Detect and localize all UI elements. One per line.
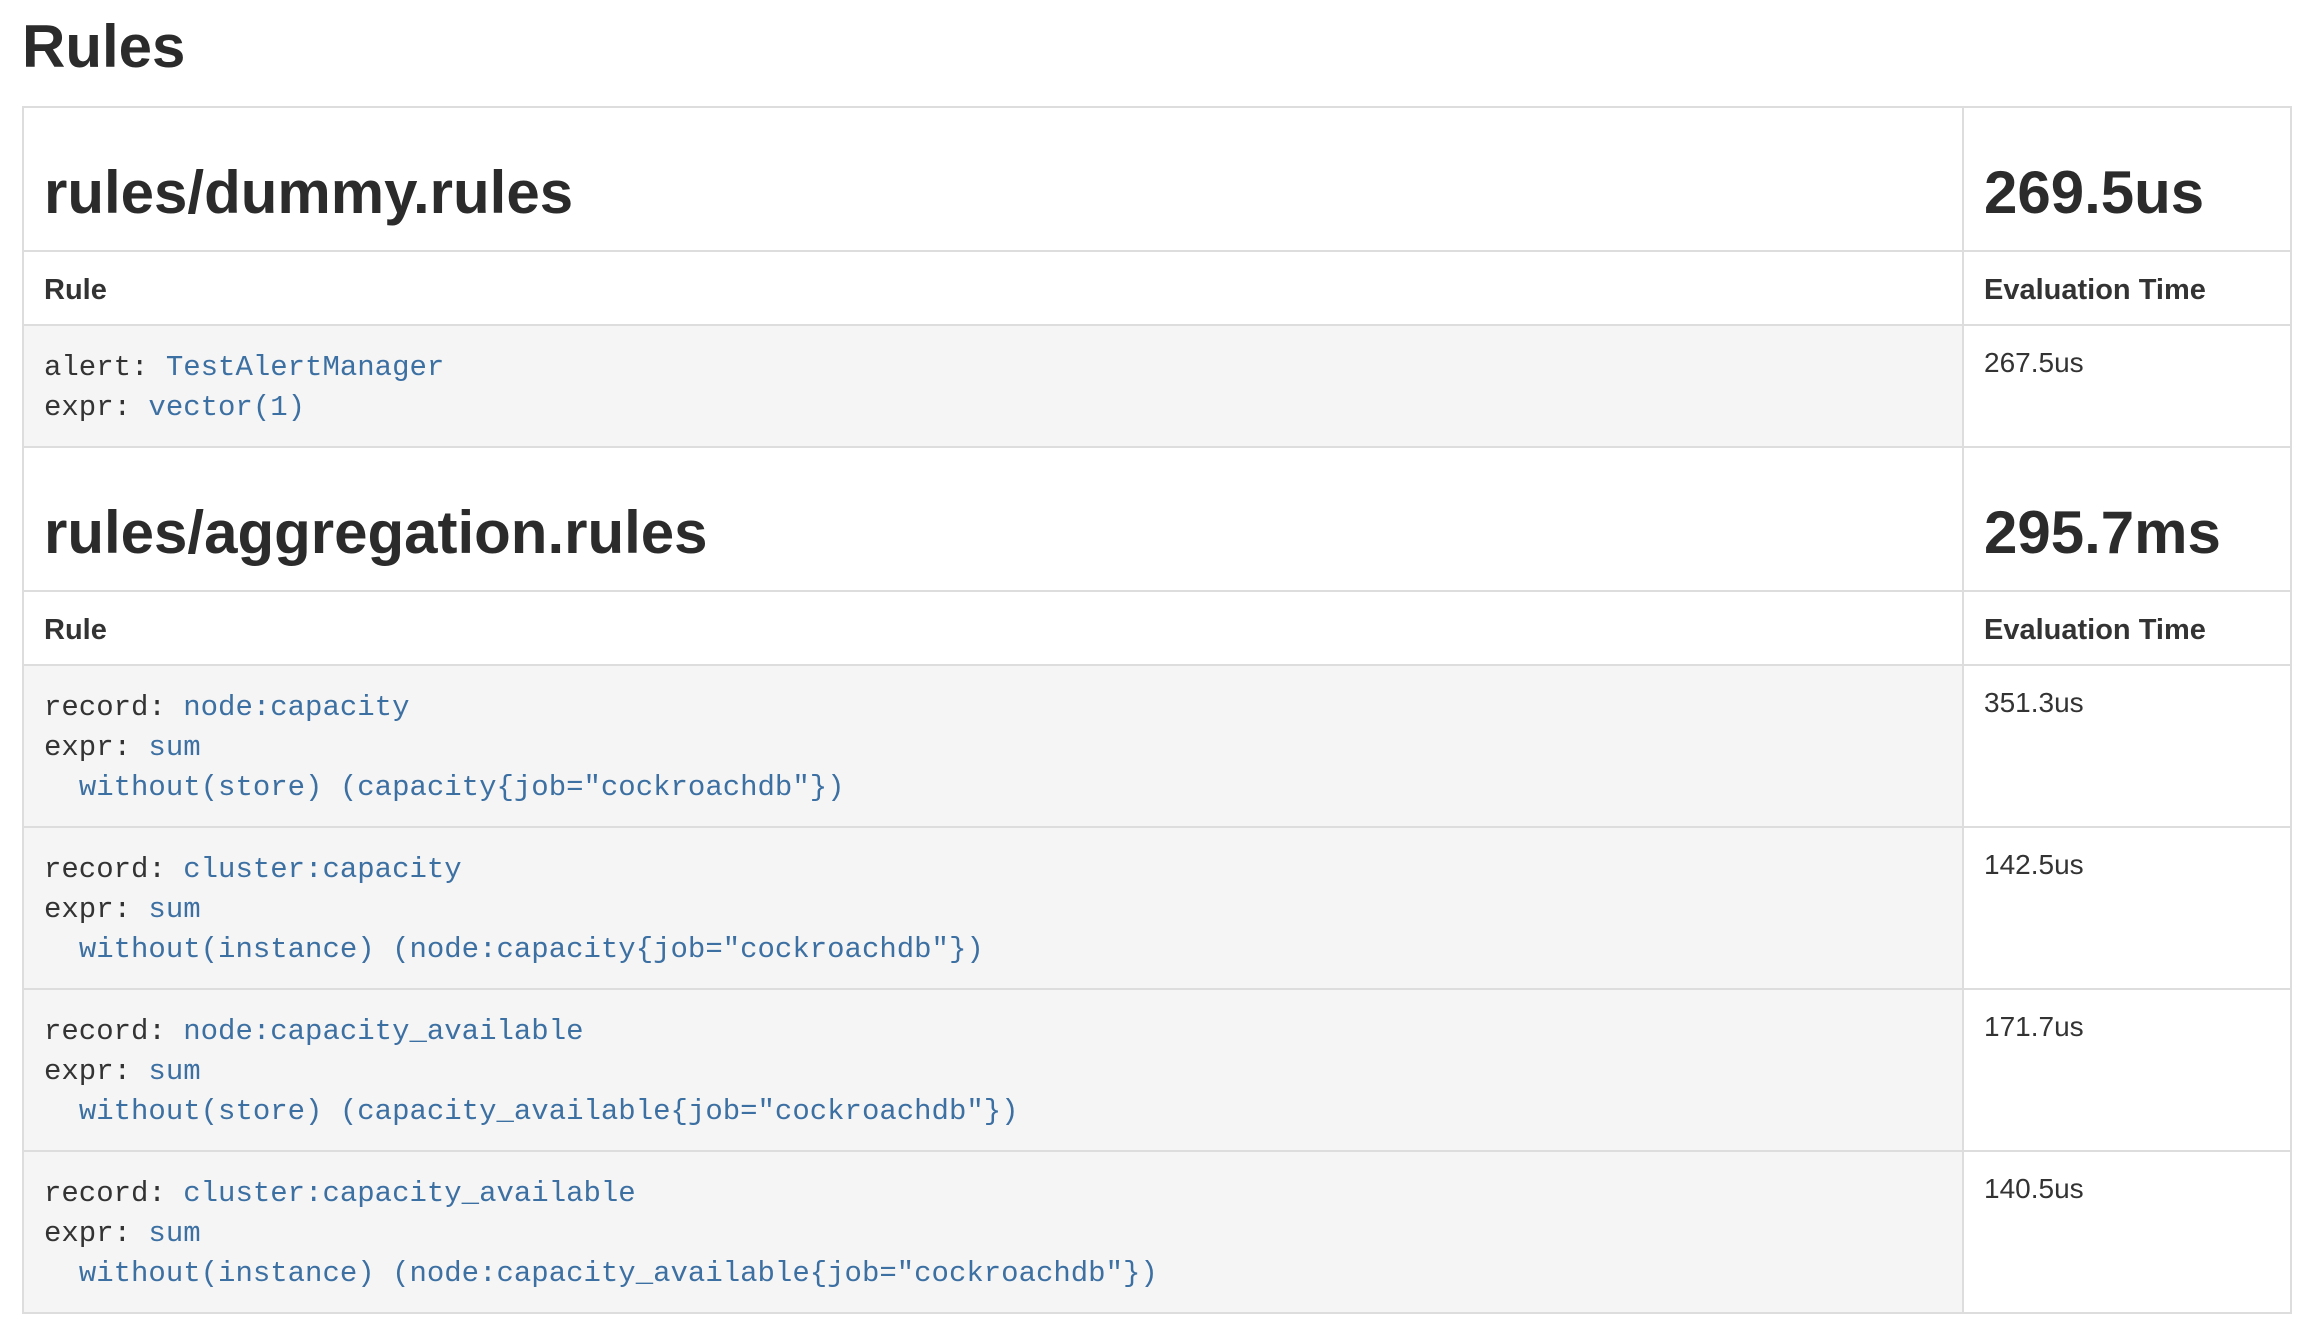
column-header-rule: Rule <box>23 251 1963 325</box>
rule-evaluation-time: 171.7us <box>1963 989 2291 1151</box>
rule-evaluation-time: 267.5us <box>1963 325 2291 447</box>
rule-row: record: cluster:capacity_available expr:… <box>23 1151 2291 1313</box>
rule-code: record: node:capacity_available expr: su… <box>44 1012 1942 1132</box>
rule-link[interactable]: sum <box>148 1217 200 1250</box>
rule-row: record: node:capacity expr: sum without(… <box>23 665 2291 827</box>
rule-code-key: expr: <box>44 391 131 424</box>
rule-code-key: record: <box>44 1015 166 1048</box>
column-header-evaluation-time: Evaluation Time <box>1963 251 2291 325</box>
rule-link[interactable]: vector(1) <box>148 391 305 424</box>
column-header-row: RuleEvaluation Time <box>23 591 2291 665</box>
rules-table: rules/dummy.rules269.5usRuleEvaluation T… <box>22 106 2292 1314</box>
rule-code-key: record: <box>44 691 166 724</box>
rule-evaluation-time: 351.3us <box>1963 665 2291 827</box>
rule-group-file-name: rules/aggregation.rules <box>44 500 1942 566</box>
column-header-evaluation-time: Evaluation Time <box>1963 591 2291 665</box>
rule-group-header-row: rules/aggregation.rules 295.7ms <box>23 447 2291 591</box>
rule-code: record: node:capacity expr: sum without(… <box>44 688 1942 808</box>
rule-code-key: record: <box>44 853 166 886</box>
column-header-rule: Rule <box>23 591 1963 665</box>
rule-evaluation-time: 142.5us <box>1963 827 2291 989</box>
rule-definition-cell: record: node:capacity_available expr: su… <box>23 989 1963 1151</box>
page-title: Rules <box>22 14 2292 80</box>
rule-code-key: expr: <box>44 1055 131 1088</box>
rule-link[interactable]: sum <box>148 731 200 764</box>
rule-link[interactable]: sum <box>148 1055 200 1088</box>
rule-code-key: alert: <box>44 351 148 384</box>
rule-row: record: node:capacity_available expr: su… <box>23 989 2291 1151</box>
rule-code-key: expr: <box>44 731 131 764</box>
rule-group-evaluation-total-cell: 295.7ms <box>1963 447 2291 591</box>
rule-definition-cell: record: node:capacity expr: sum without(… <box>23 665 1963 827</box>
rule-group-name-cell: rules/dummy.rules <box>23 107 1963 251</box>
rule-link[interactable]: without(store) (capacity_available{job="… <box>44 1095 1019 1128</box>
rule-row: alert: TestAlertManager expr: vector(1) … <box>23 325 2291 447</box>
rules-page: Rules rules/dummy.rules269.5usRuleEvalua… <box>0 14 2316 1314</box>
rule-code: record: cluster:capacity expr: sum witho… <box>44 850 1942 970</box>
rule-row: record: cluster:capacity expr: sum witho… <box>23 827 2291 989</box>
rule-link[interactable]: node:capacity_available <box>183 1015 583 1048</box>
rule-definition-cell: record: cluster:capacity_available expr:… <box>23 1151 1963 1313</box>
rule-link[interactable]: without(instance) (node:capacity_availab… <box>44 1257 1158 1290</box>
rule-group-name-cell: rules/aggregation.rules <box>23 447 1963 591</box>
rule-link[interactable]: without(store) (capacity{job="cockroachd… <box>44 771 845 804</box>
rule-definition-cell: alert: TestAlertManager expr: vector(1) <box>23 325 1963 447</box>
rule-definition-cell: record: cluster:capacity expr: sum witho… <box>23 827 1963 989</box>
rule-code: alert: TestAlertManager expr: vector(1) <box>44 348 1942 428</box>
rule-group-evaluation-total: 295.7ms <box>1984 500 2270 566</box>
rule-group-evaluation-total: 269.5us <box>1984 160 2270 226</box>
rule-group-header-row: rules/dummy.rules 269.5us <box>23 107 2291 251</box>
rule-link[interactable]: sum <box>148 893 200 926</box>
rule-link[interactable]: without(instance) (node:capacity{job="co… <box>44 933 984 966</box>
rule-link[interactable]: node:capacity <box>183 691 409 724</box>
rule-code-key: expr: <box>44 893 131 926</box>
rule-group-evaluation-total-cell: 269.5us <box>1963 107 2291 251</box>
rule-code-key: expr: <box>44 1217 131 1250</box>
rule-link[interactable]: TestAlertManager <box>166 351 444 384</box>
column-header-row: RuleEvaluation Time <box>23 251 2291 325</box>
rule-code-key: record: <box>44 1177 166 1210</box>
rule-link[interactable]: cluster:capacity <box>183 853 461 886</box>
rule-group-file-name: rules/dummy.rules <box>44 160 1942 226</box>
rule-link[interactable]: cluster:capacity_available <box>183 1177 635 1210</box>
rules-table-body: rules/dummy.rules269.5usRuleEvaluation T… <box>23 107 2291 1313</box>
rule-evaluation-time: 140.5us <box>1963 1151 2291 1313</box>
rule-code: record: cluster:capacity_available expr:… <box>44 1174 1942 1294</box>
